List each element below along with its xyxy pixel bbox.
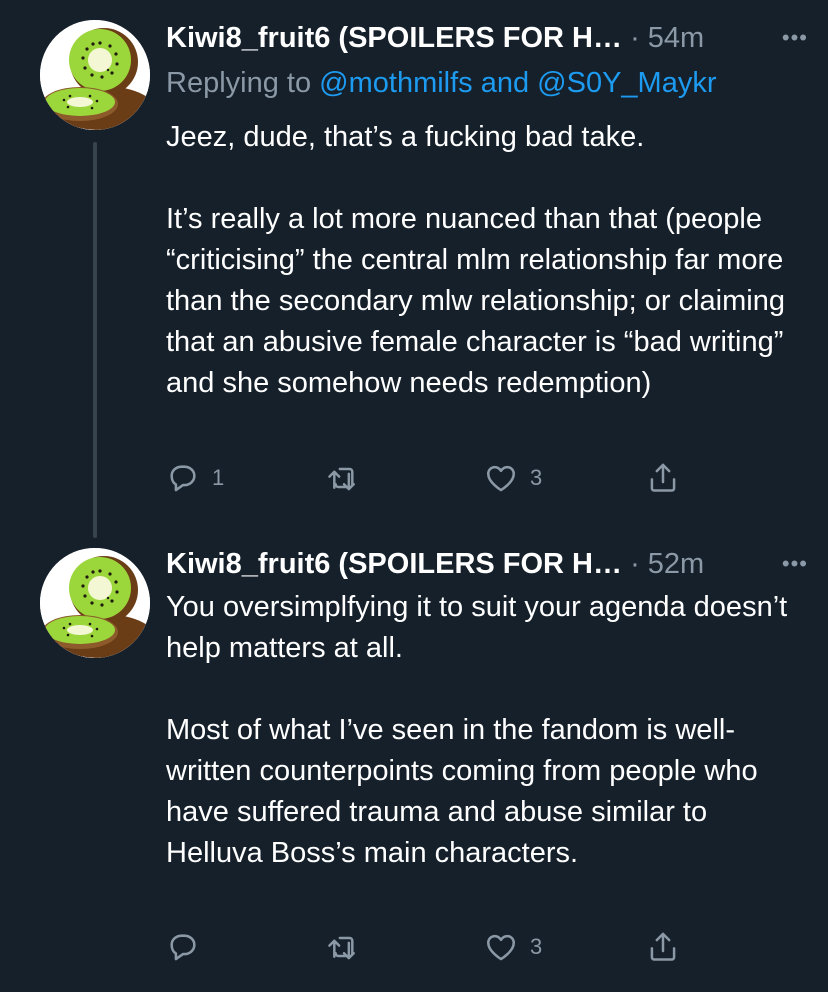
- thread-connector: [93, 142, 97, 538]
- like-count: 3: [530, 465, 543, 490]
- tweet-text: You oversimplfying it to suit your agend…: [166, 587, 806, 874]
- tweet-2[interactable]: Kiwi8_fruit6 (SPOILERS FOR H… · 52m ••• …: [0, 530, 828, 992]
- timestamp[interactable]: 54m: [648, 22, 704, 54]
- reply-count: 1: [212, 465, 225, 490]
- tweet-header: Kiwi8_fruit6 (SPOILERS FOR H… · 52m •••: [166, 544, 808, 584]
- separator-dot: ·: [630, 22, 640, 54]
- reply-icon: [170, 934, 196, 961]
- display-name[interactable]: Kiwi8_fruit6 (SPOILERS FOR H…: [166, 22, 622, 54]
- mention-joiner: and: [472, 67, 538, 99]
- replying-to: Replying to @mothmilfs and @S0Y_Maykr: [166, 63, 717, 103]
- action-bar: 3: [166, 927, 686, 967]
- separator-dot: ·: [630, 548, 640, 580]
- tweet-paragraph: Most of what I’ve seen in the fandom is …: [166, 714, 758, 869]
- share-icon: [650, 932, 676, 961]
- tweet-paragraph: You oversimplfying it to suit your agend…: [166, 591, 788, 664]
- reply-icon: [170, 465, 196, 492]
- more-icon[interactable]: •••: [782, 18, 808, 58]
- reply-button[interactable]: [166, 927, 212, 967]
- share-button[interactable]: [646, 927, 680, 967]
- tweet-header: Kiwi8_fruit6 (SPOILERS FOR H… · 54m •••: [166, 18, 808, 58]
- replying-prefix: Replying to: [166, 67, 320, 99]
- retweet-button[interactable]: [326, 927, 374, 967]
- mention-link[interactable]: @S0Y_Maykr: [537, 67, 716, 99]
- action-bar: 1 3: [166, 458, 686, 498]
- mention-link[interactable]: @mothmilfs: [319, 67, 473, 99]
- heart-icon: [486, 934, 516, 961]
- kiwi-fruit-avatar-icon: [40, 20, 150, 130]
- timestamp[interactable]: 52m: [648, 548, 704, 580]
- retweet-icon: [328, 936, 355, 960]
- tweet-paragraph: Jeez, dude, that’s a fucking bad take.: [166, 121, 645, 153]
- kiwi-fruit-avatar-icon: [40, 548, 150, 658]
- display-name[interactable]: Kiwi8_fruit6 (SPOILERS FOR H…: [166, 548, 622, 580]
- tweet-1[interactable]: Kiwi8_fruit6 (SPOILERS FOR H… · 54m ••• …: [0, 0, 828, 538]
- avatar[interactable]: [40, 20, 150, 130]
- avatar[interactable]: [40, 548, 150, 658]
- heart-icon: [486, 465, 516, 492]
- tweet-paragraph: It’s really a lot more nuanced than that…: [166, 203, 785, 399]
- more-icon[interactable]: •••: [782, 544, 808, 584]
- like-button[interactable]: 3: [484, 458, 542, 498]
- tweet-text: Jeez, dude, that’s a fucking bad take. I…: [166, 117, 806, 404]
- like-count: 3: [530, 934, 543, 959]
- reply-button[interactable]: 1: [166, 458, 224, 498]
- share-button[interactable]: [646, 458, 680, 498]
- retweet-button[interactable]: [326, 458, 374, 498]
- retweet-icon: [328, 467, 355, 491]
- share-icon: [650, 463, 676, 492]
- like-button[interactable]: 3: [484, 927, 542, 967]
